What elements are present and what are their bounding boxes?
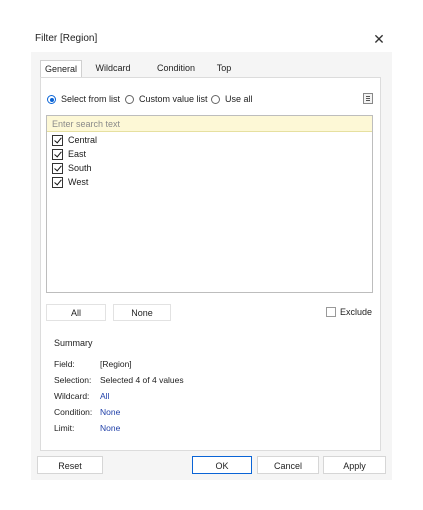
custom-value-list-label[interactable]: Custom value list [139,94,208,105]
dialog-title: Filter [Region] [35,33,98,44]
use-all-radio[interactable] [211,95,220,104]
value-checkbox[interactable] [52,149,63,160]
summary-wildcard-key: Wildcard: [54,391,90,401]
title-bar: Filter [Region] ✕ [31,26,392,52]
value-checkbox[interactable] [52,163,63,174]
list-menu-icon[interactable] [363,93,373,104]
select-none-button[interactable]: None [113,304,171,321]
summary-wildcard-link[interactable]: All [100,391,109,401]
summary-condition-link[interactable]: None [100,407,120,417]
tab-strip: General Wildcard Condition Top [40,60,380,78]
summary-limit-link[interactable]: None [100,423,120,433]
reset-button[interactable]: Reset [37,456,103,474]
select-from-list-label[interactable]: Select from list [61,94,120,105]
use-all-label[interactable]: Use all [225,94,253,105]
list-item[interactable]: South [52,162,252,176]
value-checkbox[interactable] [52,177,63,188]
apply-button[interactable]: Apply [323,456,386,474]
exclude-label[interactable]: Exclude [340,307,372,318]
summary-field-key: Field: [54,359,75,369]
summary-selection-key: Selection: [54,375,92,385]
filter-dialog: Filter [Region] ✕ General Wildcard Condi… [31,26,392,480]
list-item[interactable]: West [52,176,252,190]
select-all-button[interactable]: All [46,304,106,321]
summary-limit-key: Limit: [54,423,75,433]
exclude-checkbox[interactable] [326,307,336,317]
close-button[interactable]: ✕ [369,30,389,48]
general-panel: Select from list Custom value list Use a… [40,77,381,451]
tab-general[interactable]: General [40,60,82,78]
tab-top[interactable]: Top [208,60,240,76]
search-input[interactable] [47,116,372,132]
values-listbox[interactable]: Central East South West [46,115,373,293]
value-label: Central [68,135,98,145]
cancel-button[interactable]: Cancel [257,456,319,474]
summary-selection-value: Selected 4 of 4 values [100,375,184,385]
custom-value-list-radio[interactable] [125,95,134,104]
list-item[interactable]: East [52,148,252,162]
tab-condition[interactable]: Condition [146,60,206,76]
ok-button[interactable]: OK [192,456,252,474]
summary-condition-key: Condition: [54,407,93,417]
value-label: West [68,177,89,187]
value-label: South [68,163,92,173]
summary-heading: Summary [54,338,93,348]
summary-field-value: [Region] [100,359,132,369]
value-label: East [68,149,87,159]
value-checkbox[interactable] [52,135,63,146]
close-icon: ✕ [373,31,385,47]
select-from-list-radio[interactable] [47,95,56,104]
list-item[interactable]: Central [52,134,252,148]
tab-wildcard[interactable]: Wildcard [88,60,138,76]
